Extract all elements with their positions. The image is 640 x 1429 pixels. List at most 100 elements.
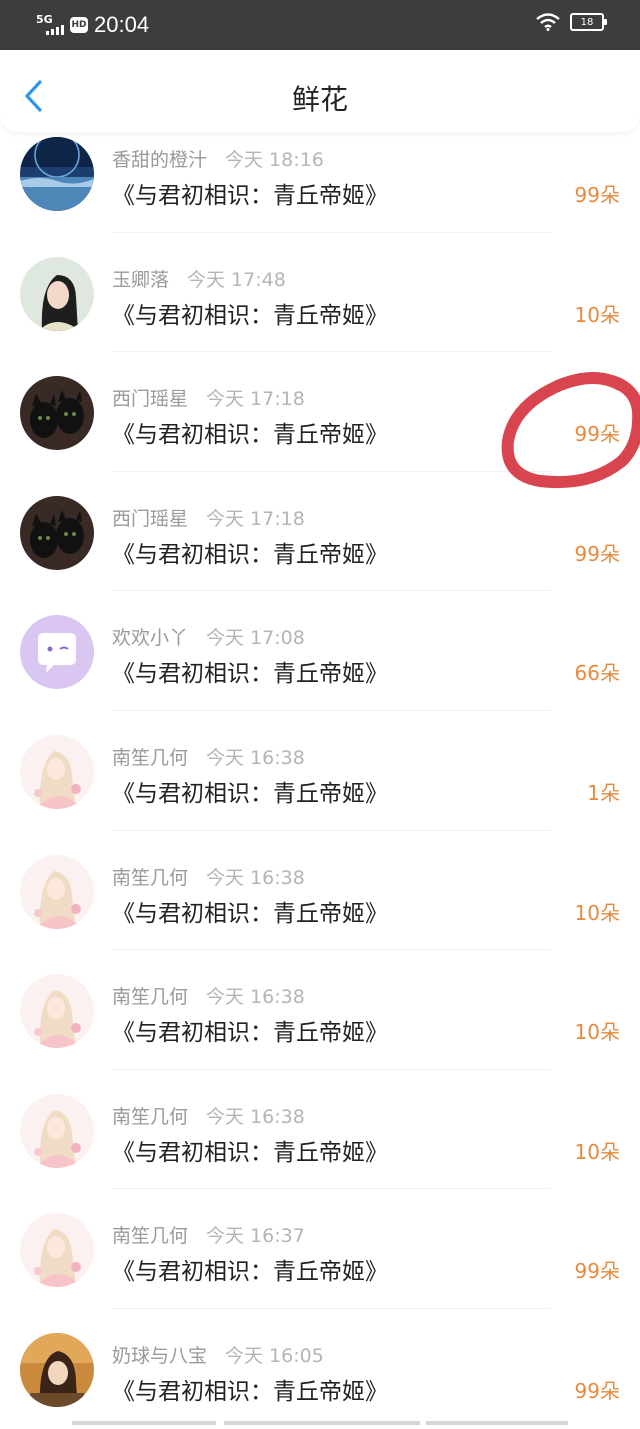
sender-line: 香甜的橙汁 今天 18:16 bbox=[112, 145, 324, 172]
flower-count: 99朵 bbox=[574, 183, 620, 207]
battery-level: 18 bbox=[580, 16, 594, 28]
sender-name[interactable]: 南笙几何 bbox=[112, 867, 188, 889]
book-title: 《与君初相识：青丘帝姬》 bbox=[112, 661, 388, 688]
book-title: 《与君初相识：青丘帝姬》 bbox=[112, 780, 388, 807]
avatar-pink-anime-image bbox=[20, 1213, 94, 1288]
send-time: 今天 17:48 bbox=[187, 268, 286, 291]
avatar-pink-anime-image bbox=[20, 1093, 94, 1168]
sender-name[interactable]: 西门瑶星 bbox=[112, 508, 188, 530]
flower-count: 10朵 bbox=[574, 1139, 620, 1164]
avatar-girl-portrait-image bbox=[20, 256, 94, 331]
flower-count: 99朵 bbox=[574, 1378, 620, 1403]
flower-count: 10朵 bbox=[574, 1020, 620, 1045]
status-right: 18 bbox=[536, 13, 607, 31]
send-time: 今天 16:38 bbox=[206, 746, 305, 769]
send-time: 今天 16:37 bbox=[206, 1225, 305, 1248]
list-item[interactable]: 南笙几何 今天 16:37 《与君初相识：青丘帝姬》 99朵 bbox=[0, 1189, 640, 1309]
battery-icon: 18 bbox=[570, 13, 607, 31]
flower-count: 99朵 bbox=[574, 1259, 620, 1284]
sender-line: 西门瑶星 今天 17:18 bbox=[112, 504, 305, 531]
list-item[interactable]: 南笙几何 今天 16:38 《与君初相识：青丘帝姬》 1朵 bbox=[0, 711, 640, 831]
send-time: 今天 17:18 bbox=[206, 388, 305, 411]
avatar[interactable] bbox=[20, 495, 94, 570]
sender-line: 奶球与八宝 今天 16:05 bbox=[112, 1341, 324, 1368]
bottom-indicator bbox=[0, 1419, 640, 1427]
avatar[interactable] bbox=[20, 1332, 94, 1407]
book-title: 《与君初相识：青丘帝姬》 bbox=[112, 422, 388, 449]
sender-line: 南笙几何 今天 16:38 bbox=[112, 1102, 305, 1129]
sender-line: 欢欢小丫 今天 17:08 bbox=[112, 623, 305, 650]
sender-name[interactable]: 南笙几何 bbox=[112, 986, 188, 1008]
book-title: 《与君初相识：青丘帝姬》 bbox=[112, 1378, 388, 1405]
send-time: 今天 17:18 bbox=[206, 507, 305, 530]
avatar[interactable] bbox=[20, 974, 94, 1049]
list-item[interactable]: 南笙几何 今天 16:38 《与君初相识：青丘帝姬》 10朵 bbox=[0, 1070, 640, 1190]
sender-name[interactable]: 玉卿落 bbox=[112, 269, 169, 291]
avatar[interactable] bbox=[20, 256, 94, 331]
list-item[interactable]: 西门瑶星 今天 17:18 《与君初相识：青丘帝姬》 99朵 bbox=[0, 352, 640, 472]
send-time: 今天 16:38 bbox=[206, 986, 305, 1009]
avatar[interactable] bbox=[20, 1093, 94, 1168]
avatar-black-cats-image bbox=[20, 376, 94, 451]
sender-name[interactable]: 西门瑶星 bbox=[112, 388, 188, 410]
list-item[interactable]: 玉卿落 今天 17:48 《与君初相识：青丘帝姬》 10朵 bbox=[0, 233, 640, 353]
book-title: 《与君初相识：青丘帝姬》 bbox=[112, 302, 388, 329]
flower-count: 10朵 bbox=[574, 900, 620, 925]
book-title: 《与君初相识：青丘帝姬》 bbox=[112, 1020, 388, 1047]
wifi-icon bbox=[536, 13, 560, 31]
flower-count: 10朵 bbox=[574, 302, 620, 327]
avatar[interactable] bbox=[20, 137, 94, 211]
sender-name[interactable]: 香甜的橙汁 bbox=[112, 149, 207, 171]
avatar-purple-chat-image bbox=[20, 615, 94, 690]
flower-list: 香甜的橙汁 今天 18:16 《与君初相识：青丘帝姬》 99朵 玉卿落 今天 17:… bbox=[0, 113, 640, 1429]
sender-name[interactable]: 奶球与八宝 bbox=[112, 1345, 207, 1367]
list-item[interactable]: 西门瑶星 今天 17:18 《与君初相识：青丘帝姬》 99朵 bbox=[0, 472, 640, 592]
avatar-pink-anime-image bbox=[20, 854, 94, 929]
sender-line: 南笙几何 今天 16:38 bbox=[112, 863, 305, 890]
book-title: 《与君初相识：青丘帝姬》 bbox=[112, 1259, 388, 1286]
signal-icon: 5G bbox=[36, 13, 66, 37]
clock: 20:04 bbox=[94, 12, 150, 37]
book-title: 《与君初相识：青丘帝姬》 bbox=[112, 183, 388, 209]
avatar-girl-photo-image bbox=[20, 1332, 94, 1407]
send-time: 今天 16:38 bbox=[206, 1105, 305, 1128]
flower-count: 66朵 bbox=[574, 661, 620, 686]
sender-line: 玉卿落 今天 17:48 bbox=[112, 265, 286, 292]
avatar-pink-anime-image bbox=[20, 734, 94, 809]
book-title: 《与君初相识：青丘帝姬》 bbox=[112, 541, 388, 568]
sender-line: 南笙几何 今天 16:38 bbox=[112, 982, 305, 1009]
sender-name[interactable]: 南笙几何 bbox=[112, 747, 188, 769]
avatar[interactable] bbox=[20, 376, 94, 451]
avatar-black-cats-image bbox=[20, 495, 94, 570]
list-item[interactable]: 南笙几何 今天 16:38 《与君初相识：青丘帝姬》 10朵 bbox=[0, 831, 640, 951]
send-time: 今天 17:08 bbox=[206, 627, 305, 650]
send-time: 今天 16:38 bbox=[206, 866, 305, 889]
sender-line: 西门瑶星 今天 17:18 bbox=[112, 384, 305, 411]
header: 鲜花 bbox=[0, 50, 640, 132]
flower-count: 99朵 bbox=[574, 541, 620, 566]
flower-count: 1朵 bbox=[587, 780, 620, 805]
status-bar: 5G HD 20:04 18 bbox=[0, 0, 640, 50]
list-item[interactable]: 奶球与八宝 今天 16:05 《与君初相识：青丘帝姬》 99朵 bbox=[0, 1309, 640, 1429]
avatar[interactable] bbox=[20, 1213, 94, 1288]
sender-name[interactable]: 南笙几何 bbox=[112, 1225, 188, 1247]
page-title: 鲜花 bbox=[291, 83, 348, 116]
avatar-pink-anime-image bbox=[20, 974, 94, 1049]
book-title: 《与君初相识：青丘帝姬》 bbox=[112, 900, 388, 927]
book-title: 《与君初相识：青丘帝姬》 bbox=[112, 1139, 388, 1166]
send-time: 今天 16:05 bbox=[225, 1344, 324, 1367]
avatar-night-sky-image bbox=[20, 137, 94, 211]
avatar[interactable] bbox=[20, 854, 94, 929]
avatar[interactable] bbox=[20, 734, 94, 809]
send-time: 今天 18:16 bbox=[225, 149, 324, 171]
list-item[interactable]: 南笙几何 今天 16:38 《与君初相识：青丘帝姬》 10朵 bbox=[0, 950, 640, 1070]
sender-name[interactable]: 南笙几何 bbox=[112, 1106, 188, 1128]
sender-line: 南笙几何 今天 16:37 bbox=[112, 1221, 305, 1248]
avatar[interactable] bbox=[20, 615, 94, 690]
hd-icon: HD bbox=[70, 17, 88, 33]
status-left: 5G HD 20:04 bbox=[36, 12, 149, 38]
sender-name[interactable]: 欢欢小丫 bbox=[112, 627, 188, 649]
list-item[interactable]: 欢欢小丫 今天 17:08 《与君初相识：青丘帝姬》 66朵 bbox=[0, 591, 640, 711]
flower-count: 99朵 bbox=[574, 422, 620, 447]
sender-line: 南笙几何 今天 16:38 bbox=[112, 743, 305, 770]
